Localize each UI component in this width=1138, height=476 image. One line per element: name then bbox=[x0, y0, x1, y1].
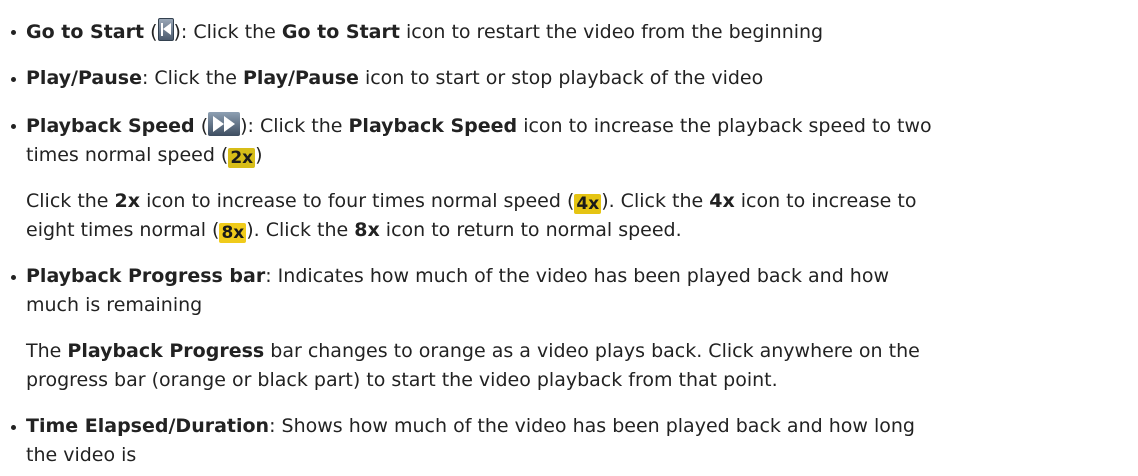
term-go-to-start: Go to Start bbox=[26, 21, 145, 43]
go-to-start-icon bbox=[157, 18, 174, 41]
term-playback-speed: Playback Speed bbox=[26, 115, 195, 137]
progress-sub-paragraph: The Playback Progress bar changes to ora… bbox=[26, 340, 920, 362]
bullet bbox=[11, 124, 16, 129]
speed-sub-paragraph: Click the 2x icon to increase to four ti… bbox=[26, 190, 917, 214]
bullet bbox=[11, 275, 16, 280]
speed-2x-badge: 2x bbox=[228, 148, 256, 168]
fast-forward-icon bbox=[208, 112, 241, 136]
bullet bbox=[11, 77, 16, 82]
bullet bbox=[11, 30, 16, 35]
speed-4x-badge: 4x bbox=[574, 194, 602, 214]
bullet bbox=[11, 425, 16, 430]
term-playback-progress: Playback Progress bar bbox=[26, 265, 266, 287]
help-document: Go to Start (): Click the Go to Start ic… bbox=[0, 0, 1138, 476]
term-play-pause: Play/Pause bbox=[26, 67, 142, 89]
speed-8x-badge: 8x bbox=[219, 223, 247, 243]
term-time-elapsed: Time Elapsed/Duration bbox=[26, 415, 270, 437]
